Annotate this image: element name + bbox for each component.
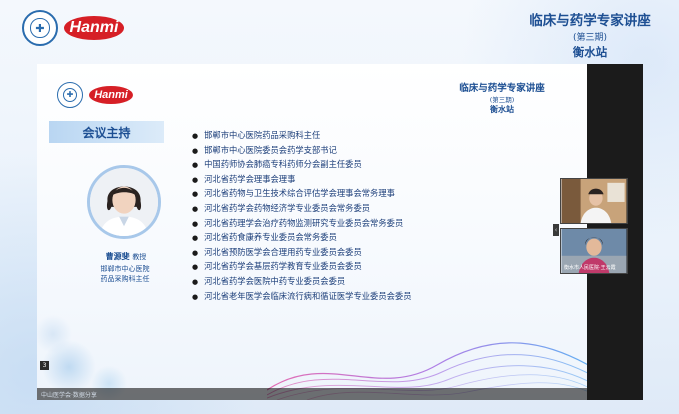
list-item: 中国药师协会肺癌专科药师分会副主任委员 [192, 157, 412, 172]
participant-1-portrait-icon [561, 179, 627, 223]
list-item: 邯郸市中心医院药品采购科主任 [192, 128, 412, 143]
participant-video-1[interactable] [560, 178, 628, 224]
host-organization: 邯郸市中心医院 药品采购科主任 [75, 264, 175, 284]
banner-title-sub: (第三期) [572, 33, 608, 43]
host-name-text: 曹源斐 [105, 252, 130, 261]
banner-title: 临床与药学专家讲座 (第三期) 衡水站 [505, 9, 675, 60]
presentation-slide: ✚ Hanmi 临床与药学专家讲座 (第三期) 衡水站 会议主持 曹源斐 教授 [37, 64, 587, 400]
participant-2-name: 衡水市人民医院·王云霞 [564, 265, 616, 271]
wave-decoration [267, 342, 587, 400]
caption-text: 中山医学会·数据分享 [41, 392, 97, 399]
section-label-host: 会议主持 [49, 121, 164, 143]
slide-number[interactable]: 3 [40, 361, 49, 370]
list-item: 邯郸市中心医院委员会药学支部书记 [192, 143, 412, 158]
hospital-logo-icon: ✚ [22, 10, 58, 46]
host-name: 曹源斐 教授 [77, 251, 175, 262]
slide-title-main: 临床与药学专家讲座 [459, 83, 545, 94]
chevron-left-icon: ‹ [554, 226, 558, 234]
caption-bar [37, 388, 587, 400]
slide-hanmi-logo-text: Hanmi [94, 89, 128, 101]
list-item: 河北省药学会医院中药专业委员会委员 [192, 274, 412, 289]
shared-screen-window: ✚ Hanmi 临床与药学专家讲座 (第三期) 衡水站 会议主持 曹源斐 教授 [37, 64, 643, 400]
host-portrait-icon [90, 168, 158, 236]
list-item: 河北省药学会药物经济学专业委员会常务委员 [192, 201, 412, 216]
host-title: 教授 [132, 253, 147, 261]
list-item: 河北省药食康养专业委员会常务委员 [192, 230, 412, 245]
slide-title-sub: (第三期) [489, 96, 515, 104]
list-item: 河北省药理学会治疗药物监测研究专业委员会常务委员 [192, 216, 412, 231]
collapse-video-panel-button[interactable]: ‹ [553, 224, 559, 236]
slide-title: 临床与药学专家讲座 (第三期) 衡水站 [437, 80, 567, 115]
list-item: 河北省药学会基层药学教育专业委员会委员 [192, 259, 412, 274]
banner-title-city: 衡水站 [572, 45, 608, 59]
list-item: 河北省药物与卫生技术综合评估学会理事会常务理事 [192, 186, 412, 201]
participant-video-2[interactable]: 衡水市人民医院·王云霞 [560, 228, 628, 274]
host-avatar [87, 165, 161, 239]
banner-title-main: 临床与药学专家讲座 [529, 13, 651, 29]
hanmi-logo: Hanmi [64, 16, 124, 40]
host-org-line1: 邯郸市中心医院 [100, 265, 150, 273]
host-role-list: 邯郸市中心医院药品采购科主任 邯郸市中心医院委员会药学支部书记 中国药师协会肺癌… [192, 128, 412, 304]
hanmi-logo-text: Hanmi [69, 19, 119, 36]
list-item: 河北省老年医学会临床流行病和循证医学专业委员会委员 [192, 289, 411, 304]
host-org-line2: 药品采购科主任 [100, 275, 150, 283]
slide-title-city: 衡水站 [490, 105, 514, 114]
list-item: 河北省药学会理事会理事 [192, 172, 412, 187]
list-item: 河北省预防医学会合理用药专业委员会委员 [192, 245, 412, 260]
bubble-decoration [37, 290, 197, 400]
slide-hospital-logo-icon: ✚ [57, 82, 83, 108]
slide-hanmi-logo: Hanmi [89, 86, 133, 104]
